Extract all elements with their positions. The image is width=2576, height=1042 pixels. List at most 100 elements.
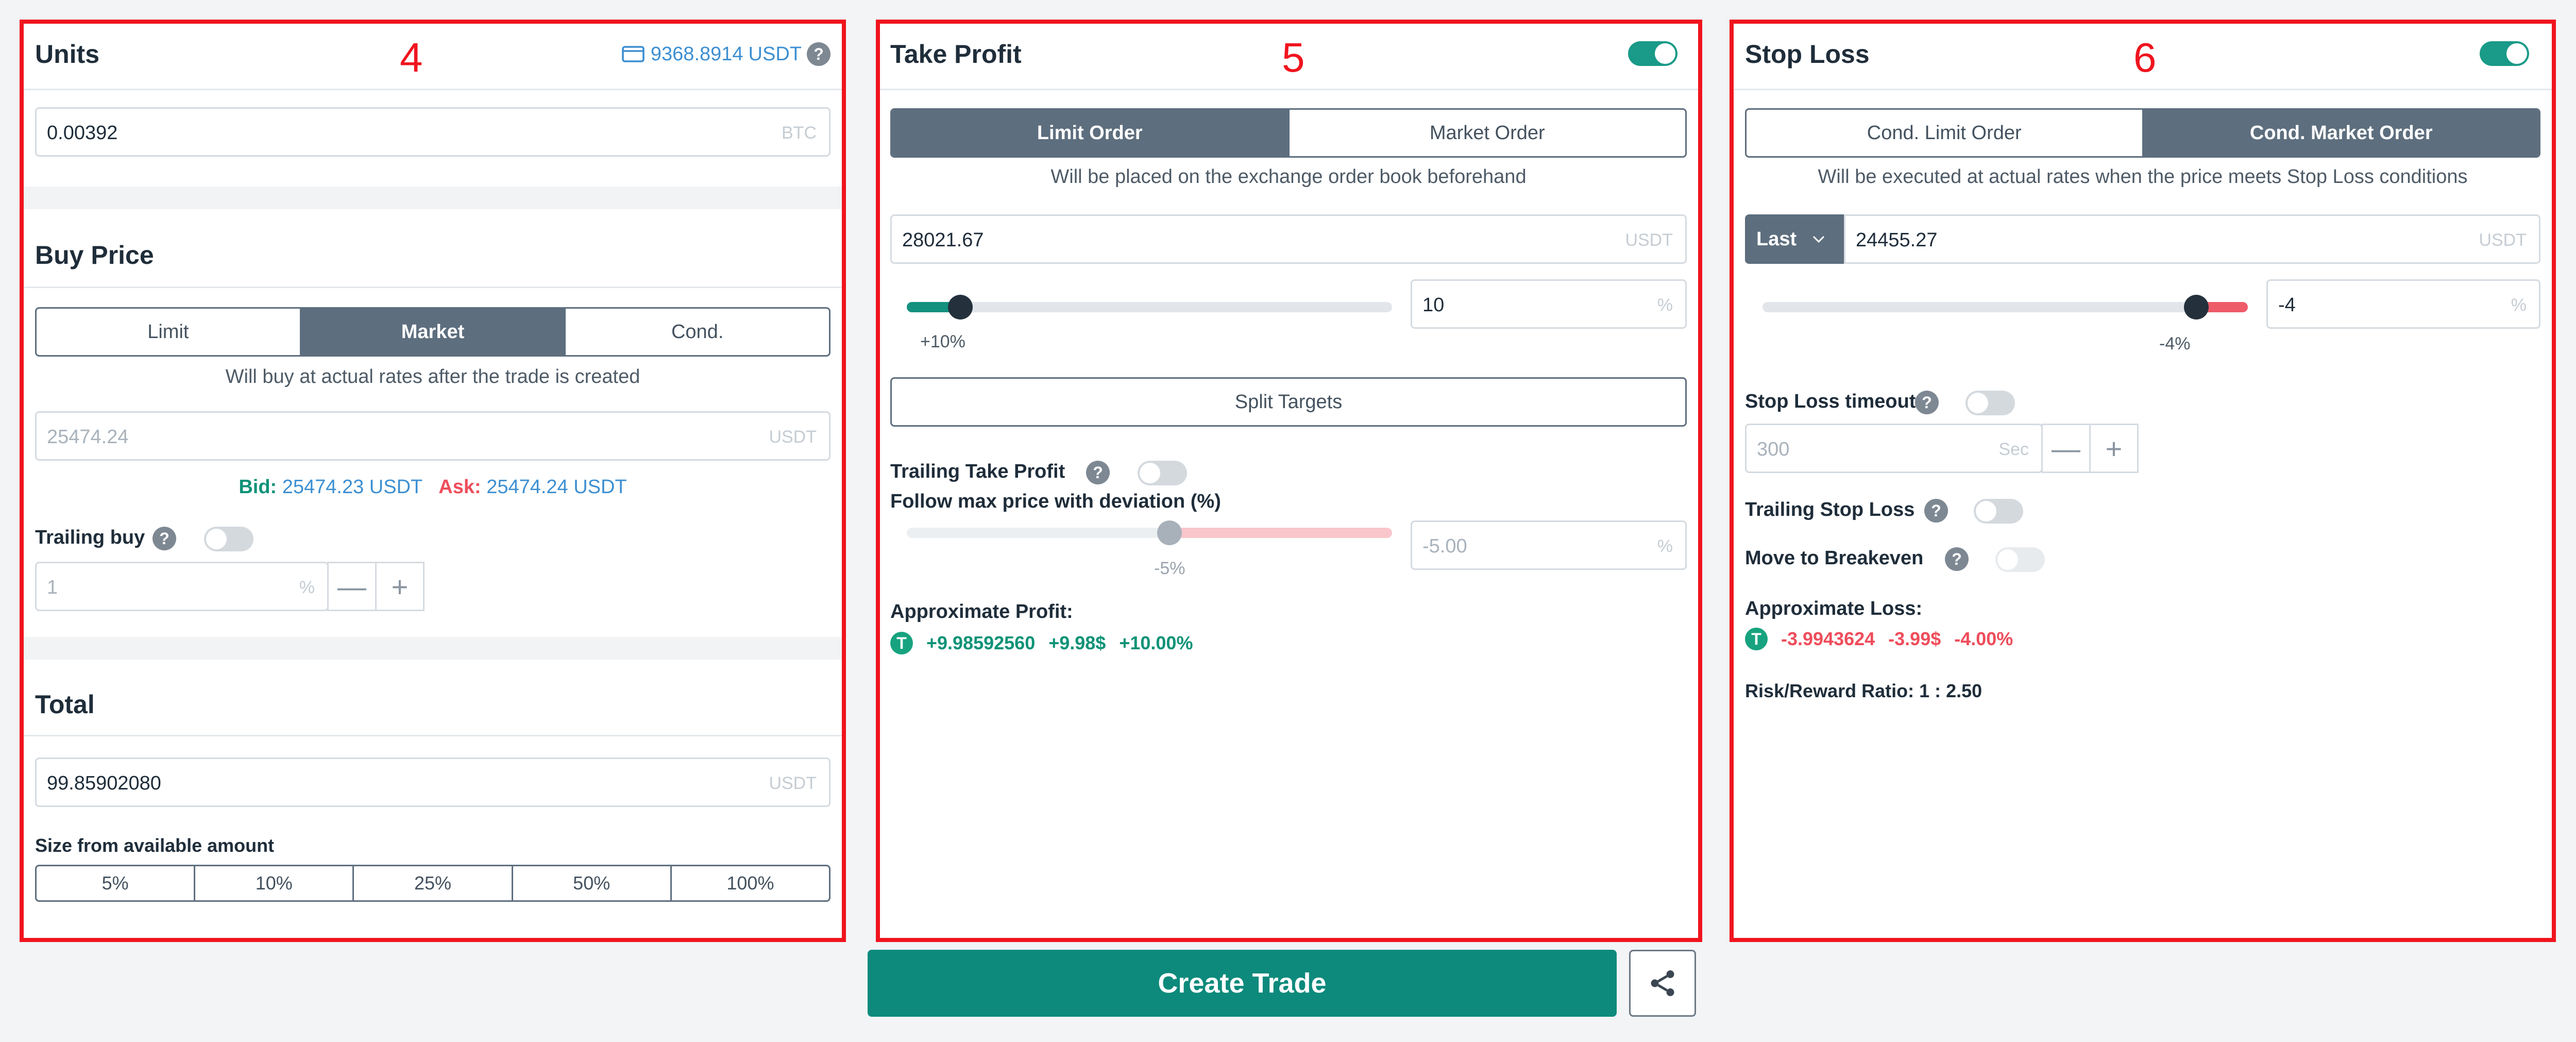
split-targets-button[interactable]: Split Targets	[890, 377, 1687, 427]
size-option-25[interactable]: 25%	[354, 866, 513, 900]
divider	[1734, 89, 2552, 90]
help-icon[interactable]: ?	[1945, 547, 1969, 571]
stop-loss-percent-unit: %	[2511, 295, 2527, 315]
deviation-slider[interactable]	[907, 520, 1392, 545]
total-input[interactable]: 99.85902080 USDT	[35, 758, 831, 807]
units-title: Units	[35, 40, 99, 69]
slider-track	[907, 528, 1170, 538]
move-to-breakeven-toggle[interactable]	[1995, 547, 2045, 572]
slider-handle[interactable]	[2184, 295, 2209, 320]
total-title: Total	[35, 690, 95, 719]
trailing-take-profit-toggle[interactable]	[1138, 461, 1187, 485]
units-input[interactable]: 0.00392 BTC	[35, 107, 831, 157]
trailing-buy-label: Trailing buy	[35, 527, 145, 548]
trailing-buy-value: 1	[47, 577, 58, 598]
stop-loss-panel: Stop Loss 6 Cond. Limit Order Cond. Mark…	[1730, 20, 2556, 942]
size-option-10[interactable]: 10%	[195, 866, 354, 900]
tab-cond-market-order[interactable]: Cond. Market Order	[2143, 110, 2539, 156]
tab-market[interactable]: Market	[301, 309, 566, 355]
increment-button[interactable]: +	[2089, 424, 2139, 473]
take-profit-toggle[interactable]	[1628, 41, 1677, 66]
buy-price-input[interactable]: 25474.24 USDT	[35, 411, 831, 461]
buy-price-value: 25474.24	[47, 426, 129, 448]
help-icon[interactable]: ?	[1924, 499, 1948, 523]
price-type-dropdown[interactable]: Last	[1745, 214, 1846, 264]
balance-unit: USDT	[748, 43, 802, 65]
trailing-buy-input[interactable]: 1 %	[35, 562, 329, 611]
take-profit-percent-unit: %	[1657, 295, 1673, 315]
take-profit-price-unit: USDT	[1625, 230, 1673, 250]
stop-loss-price-unit: USDT	[2479, 230, 2527, 250]
approx-loss-label: Approximate Loss:	[1745, 598, 1923, 619]
stop-loss-price-input[interactable]: 24455.27 USDT	[1844, 214, 2540, 264]
bid-ask-line: Bid: 25474.23 USDT Ask: 25474.24 USDT	[35, 476, 831, 498]
annotation-number: 4	[400, 35, 423, 80]
total-unit: USDT	[769, 774, 817, 793]
stop-loss-toggle[interactable]	[2480, 41, 2529, 66]
deviation-input[interactable]: -5.00 %	[1411, 520, 1687, 570]
stop-loss-slider-label: -4%	[2159, 334, 2191, 354]
stop-loss-timeout-toggle[interactable]	[1965, 391, 2015, 415]
stop-loss-percent-input[interactable]: -4 %	[2266, 279, 2540, 329]
divider	[24, 287, 842, 288]
tab-cond-limit-order[interactable]: Cond. Limit Order	[1747, 110, 2144, 156]
tab-limit-order[interactable]: Limit Order	[892, 110, 1290, 156]
trailing-stop-loss-toggle[interactable]	[1974, 499, 2023, 524]
buy-note: Will buy at actual rates after the trade…	[225, 366, 640, 388]
slider-handle[interactable]	[1157, 520, 1182, 545]
take-profit-slider-label: +10%	[920, 332, 965, 351]
take-profit-percent-value: 10	[1422, 294, 1445, 316]
units-unit: BTC	[782, 123, 817, 143]
take-profit-percent-input[interactable]: 10 %	[1411, 279, 1687, 329]
tab-cond[interactable]: Cond.	[566, 309, 829, 355]
create-trade-button[interactable]: Create Trade	[868, 950, 1617, 1017]
help-icon[interactable]: ?	[152, 527, 176, 550]
take-profit-note: Will be placed on the exchange order boo…	[1050, 166, 1527, 188]
buy-price-unit: USDT	[769, 427, 817, 447]
timeout-input[interactable]: 300 Sec	[1745, 424, 2043, 473]
tab-market-order[interactable]: Market Order	[1290, 110, 1686, 156]
size-option-100[interactable]: 100%	[672, 866, 829, 900]
annotation-number: 6	[2133, 35, 2157, 80]
bid-value[interactable]: 25474.23 USDT	[282, 476, 422, 498]
help-icon[interactable]: ?	[1086, 461, 1110, 484]
share-button[interactable]	[1629, 950, 1696, 1017]
deviation-unit: %	[1657, 536, 1673, 556]
balance-display[interactable]: 9368.8914 USDT ?	[621, 42, 831, 66]
share-icon	[1651, 970, 1674, 996]
take-profit-price-input[interactable]: 28021.67 USDT	[890, 214, 1687, 264]
size-option-5[interactable]: 5%	[37, 866, 196, 900]
tether-icon: T	[1745, 628, 1768, 650]
move-to-breakeven-label: Move to Breakeven	[1745, 547, 1924, 569]
increment-button[interactable]: +	[375, 562, 425, 611]
size-options: 5% 10% 25% 50% 100%	[35, 865, 831, 902]
deviation-value: -5.00	[1422, 535, 1467, 557]
divider	[880, 89, 1698, 90]
take-profit-price-value: 28021.67	[902, 229, 984, 251]
tether-icon: T	[890, 632, 913, 654]
decrement-button[interactable]: —	[2041, 424, 2091, 473]
ask-value[interactable]: 25474.24 USDT	[486, 476, 627, 498]
annotation-number: 5	[1282, 35, 1305, 80]
take-profit-slider[interactable]	[907, 295, 1392, 320]
help-icon[interactable]: ?	[1915, 391, 1939, 414]
tab-limit[interactable]: Limit	[37, 309, 301, 355]
take-profit-panel: Take Profit 5 Limit Order Market Order W…	[876, 20, 1702, 942]
timeout-unit: Sec	[1998, 440, 2029, 459]
total-value: 99.85902080	[47, 772, 161, 794]
price-type-value: Last	[1756, 228, 1797, 250]
approx-profit-usd: +9.98$	[1048, 632, 1106, 653]
approx-profit-amount: +9.98592560	[926, 632, 1036, 653]
stop-loss-note: Will be executed at actual rates when th…	[1818, 166, 2468, 188]
slider-handle[interactable]	[947, 295, 973, 320]
trailing-buy-toggle[interactable]	[204, 527, 253, 551]
take-profit-title: Take Profit	[890, 40, 1022, 69]
approx-loss-pct: -4.00%	[1954, 628, 2013, 649]
decrement-button[interactable]: —	[327, 562, 377, 611]
divider	[24, 735, 842, 736]
size-option-50[interactable]: 50%	[513, 866, 672, 900]
help-icon[interactable]: ?	[807, 42, 831, 66]
stop-loss-slider[interactable]	[1762, 295, 2248, 320]
ask-label: Ask:	[438, 476, 481, 498]
bid-label: Bid:	[239, 476, 277, 498]
